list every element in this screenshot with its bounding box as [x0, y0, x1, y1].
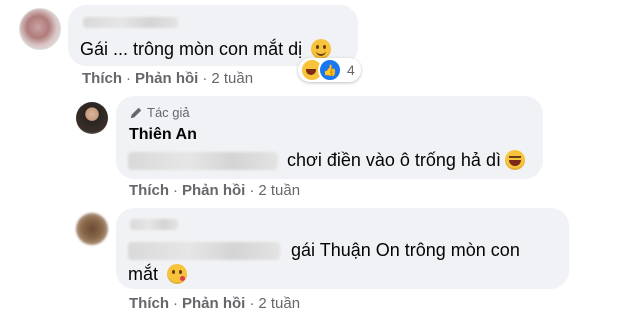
author-name[interactable]: Thiên An: [129, 126, 197, 144]
comment-text-content: gái Thuận On trông mòn con: [291, 240, 520, 260]
commenter-avatar[interactable]: [76, 213, 108, 245]
comment-text: chơi điền vào ô trống hả dì: [128, 148, 525, 172]
author-badge: Tác giả: [129, 105, 190, 120]
timestamp[interactable]: 2 tuần: [258, 295, 300, 312]
tagged-name-blurred[interactable]: [128, 242, 280, 261]
comment-actions: Thích · Phản hồi · 2 tuần: [129, 182, 300, 199]
comment-bubble: gái Thuận On trông mòn con mắt: [116, 208, 569, 289]
comment-actions: Thích · Phản hồi · 2 tuần: [129, 295, 300, 312]
comment-text: Gái ... trông mòn con mắt dị: [80, 37, 332, 61]
like-link[interactable]: Thích: [129, 295, 169, 312]
grinning-face-icon: [311, 39, 332, 59]
comment-actions: Thích · Phản hồi · 2 tuần: [82, 70, 253, 87]
timestamp[interactable]: 2 tuần: [211, 70, 253, 87]
timestamp[interactable]: 2 tuần: [258, 182, 300, 199]
separator: ·: [249, 295, 255, 312]
comment-text-line2: mắt: [128, 262, 188, 286]
separator: ·: [202, 70, 208, 87]
commenter-name-blurred[interactable]: [83, 17, 178, 28]
comment-text-content: chơi điền vào ô trống hả dì: [287, 150, 501, 170]
author-tag-label: Tác giả: [147, 105, 190, 120]
tagged-name-blurred[interactable]: [128, 152, 278, 171]
commenter-name-blurred[interactable]: [130, 219, 178, 230]
like-link[interactable]: Thích: [129, 182, 169, 199]
comment-bubble: Gái ... trông mòn con mắt dị: [68, 5, 358, 66]
author-comment-bubble: Tác giả Thiên An chơi điền vào ô trống h…: [116, 96, 543, 179]
reply-link[interactable]: Phản hồi: [182, 182, 245, 199]
like-icon: 👍: [318, 58, 342, 82]
separator: ·: [173, 182, 178, 199]
pencil-icon: [130, 107, 142, 118]
comment-text-content: mắt: [128, 264, 159, 284]
separator: ·: [126, 70, 131, 87]
commenter-avatar[interactable]: [19, 8, 61, 50]
reaction-summary[interactable]: 👍 4: [298, 58, 361, 82]
reply-link[interactable]: Phản hồi: [182, 295, 245, 312]
author-avatar[interactable]: [76, 102, 108, 134]
comment-text-line1: gái Thuận On trông mòn con: [128, 238, 520, 262]
separator: ·: [249, 182, 255, 199]
reaction-count: 4: [347, 62, 355, 78]
comment-text-content: Gái ... trông mòn con mắt dị: [80, 39, 303, 59]
reply-link[interactable]: Phản hồi: [135, 70, 198, 87]
separator: ·: [173, 295, 178, 312]
kissing-face-icon: [167, 264, 188, 284]
like-link[interactable]: Thích: [82, 70, 122, 87]
tears-of-joy-icon: [504, 150, 525, 170]
